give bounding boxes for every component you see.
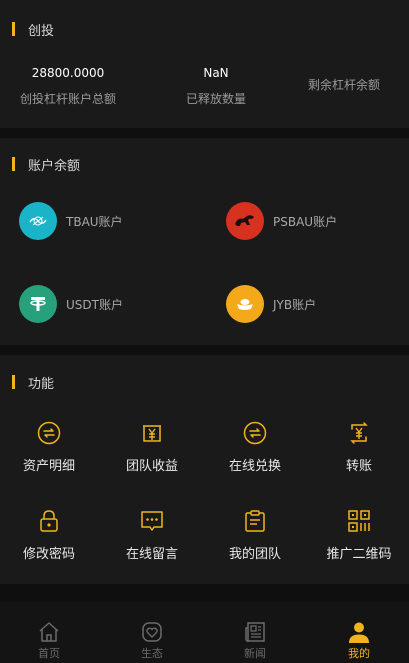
functions-card: 功能 资产明细 团队收益 在线兑换 转账 修改密码 在线留言 我的团队 推广二维… [0,355,409,584]
function-transfer-label: 转账 [345,459,372,474]
clipboard-icon [242,508,268,534]
bottom-tab-bar: 首页 生态 新闻 我的 [0,602,409,663]
tab-news-label: 新闻 [244,647,266,660]
balance-section-title: 账户余额 [12,154,80,174]
function-qr-code-label: 推广二维码 [326,547,392,562]
stat-remaining-label: 剩余杠杆余额 [307,78,380,92]
gold-ingot-icon [226,285,264,323]
lock-icon [36,508,62,534]
stat-released: NaN 已释放数量 [148,65,284,107]
stat-released-label: 已释放数量 [185,92,246,106]
exchange-circle-icon [242,420,268,446]
tab-mine-label: 我的 [348,647,370,660]
section-accent-bar [12,157,15,171]
exchange-circle-icon [36,420,62,446]
function-team-income[interactable]: 团队收益 [101,420,203,474]
tbau-coin-icon [19,202,57,240]
message-icon [139,508,165,534]
function-my-team-label: 我的团队 [228,547,281,562]
stat-released-value: NaN [203,66,229,80]
function-change-password[interactable]: 修改密码 [0,508,100,562]
function-team-income-label: 团队收益 [125,459,178,474]
account-jyb-label: JYB账户 [273,297,317,312]
invest-section-title: 创投 [12,19,54,39]
heart-shield-icon [140,620,164,644]
function-online-exchange[interactable]: 在线兑换 [204,420,306,474]
tab-mine[interactable]: 我的 [308,620,409,661]
home-icon [37,620,61,644]
invest-card: 创投 28800.0000 创投杠杆账户总额 NaN 已释放数量 剩余杠杆余额 [0,0,409,128]
section-accent-bar [12,22,15,36]
tab-home[interactable]: 首页 [0,620,100,661]
section-accent-bar [12,375,15,389]
account-psbau-label: PSBAU账户 [273,214,338,229]
tab-news[interactable]: 新闻 [204,620,306,661]
function-my-team[interactable]: 我的团队 [204,508,306,562]
stat-total-value: 28800.0000 [31,66,105,80]
balance-title: 账户余额 [28,158,81,174]
function-asset-detail-label: 资产明细 [22,459,75,474]
account-tbau[interactable]: TBAU账户 [19,202,123,240]
page: 创投 28800.0000 创投杠杆账户总额 NaN 已释放数量 剩余杠杆余额 … [0,0,409,663]
function-message-label: 在线留言 [125,547,178,562]
functions-title: 功能 [28,376,55,392]
psbau-coin-icon [226,202,264,240]
balance-card: 账户余额 TBAU账户 PSBAU账户 USDT账户 JYB账户 [0,138,409,345]
account-usdt-label: USDT账户 [66,297,123,312]
user-icon [347,620,371,644]
function-transfer[interactable]: 转账 [308,420,409,474]
stat-total: 28800.0000 创投杠杆账户总额 [0,65,136,107]
function-change-password-label: 修改密码 [22,547,75,562]
account-usdt[interactable]: USDT账户 [19,285,123,323]
account-jyb[interactable]: JYB账户 [226,285,316,323]
account-psbau[interactable]: PSBAU账户 [226,202,337,240]
function-message[interactable]: 在线留言 [101,508,203,562]
functions-section-title: 功能 [12,372,54,392]
tab-ecology[interactable]: 生态 [101,620,203,661]
function-online-exchange-label: 在线兑换 [228,459,281,474]
invest-title: 创投 [28,23,55,39]
account-tbau-label: TBAU账户 [66,214,123,229]
stat-remaining: 剩余杠杆余额 [276,65,409,93]
tab-ecology-label: 生态 [141,647,163,660]
stat-total-label: 创投杠杆账户总额 [19,92,116,106]
yen-transfer-icon [346,420,372,446]
qr-code-icon [346,508,372,534]
yen-receipt-icon [139,420,165,446]
function-qr-code[interactable]: 推广二维码 [308,508,409,562]
newspaper-icon [243,620,267,644]
function-asset-detail[interactable]: 资产明细 [0,420,100,474]
tether-icon [19,285,57,323]
tab-home-label: 首页 [38,647,60,660]
